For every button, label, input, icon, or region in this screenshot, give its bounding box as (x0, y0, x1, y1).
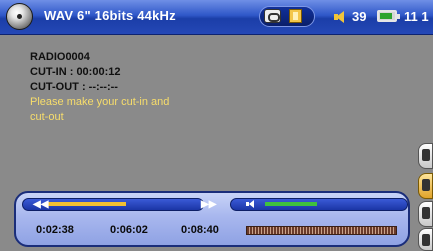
side-tab-cut[interactable] (418, 173, 433, 199)
fast-forward-icon[interactable]: ▶▶ (201, 199, 216, 210)
elapsed-time: 0:02:38 (36, 224, 74, 236)
side-tab-back[interactable] (418, 201, 433, 227)
folder-icon[interactable] (289, 9, 302, 23)
rewind-icon[interactable]: ◀◀ (33, 199, 48, 210)
battery-icon (377, 10, 400, 22)
recording-info: RADIO0004 CUT-IN : 00:00:12 CUT-OUT : --… (30, 50, 190, 125)
clock: 11 1 (404, 9, 429, 24)
speaker-disc-icon[interactable] (6, 3, 33, 30)
cut-out-time: CUT-OUT : --:--:-- (30, 81, 118, 93)
back-icon (422, 207, 430, 219)
cut-in-time: CUT-IN : 00:00:12 (30, 66, 121, 78)
seek-progress-fill (46, 202, 126, 206)
total-time: 0:08:40 (181, 224, 219, 236)
cut-segment-bar[interactable] (246, 226, 397, 235)
volume-level: 39 (352, 9, 367, 24)
file-format-title: WAV 6" 16bits 44kHz (44, 8, 176, 23)
repeat-icon[interactable] (264, 9, 281, 23)
menu-icon (422, 234, 430, 246)
edit-icon (422, 149, 430, 161)
side-tab-menu[interactable] (418, 228, 433, 251)
volume-icon (246, 199, 257, 209)
remaining-time: 0:06:02 (110, 224, 148, 236)
volume-fill (265, 202, 317, 206)
cut-icon (422, 179, 430, 191)
speaker-icon (334, 11, 344, 23)
side-tab-edit[interactable] (418, 143, 433, 169)
recording-name: RADIO0004 (30, 51, 90, 63)
cut-instruction-message: Please make your cut-in and cut-out (30, 96, 170, 123)
